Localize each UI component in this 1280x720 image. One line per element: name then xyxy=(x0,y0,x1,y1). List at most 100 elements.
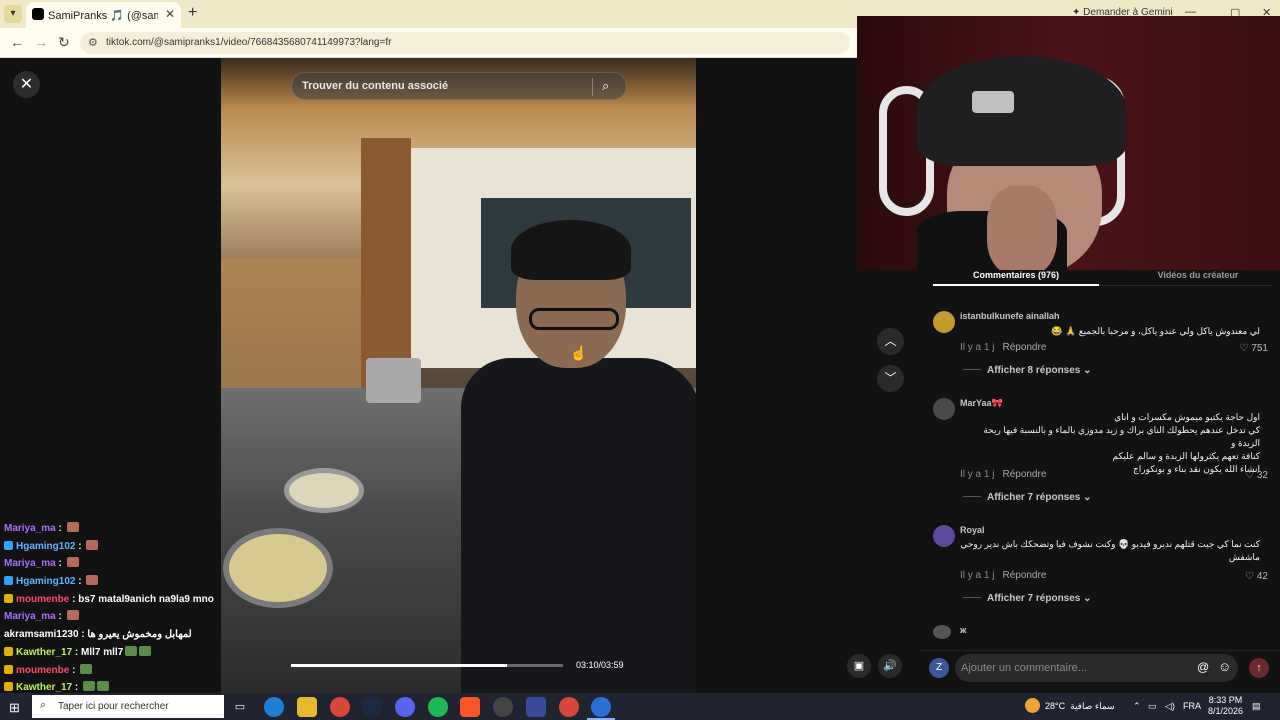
chat-username[interactable]: Mariya_ma xyxy=(4,558,56,569)
floating-player-button[interactable]: ▣ xyxy=(847,654,871,678)
spotify-icon[interactable] xyxy=(428,697,448,717)
comment-avatar[interactable] xyxy=(933,398,955,420)
weather-widget[interactable]: 28°C سماء صافية xyxy=(1045,701,1115,712)
tab-comments[interactable]: Commentaires (976) xyxy=(933,270,1099,286)
volume-button[interactable]: 🔊 xyxy=(878,654,902,678)
reply-button[interactable]: Répondre xyxy=(1002,469,1046,480)
new-tab-icon[interactable]: + xyxy=(188,4,197,22)
file-explorer-icon[interactable] xyxy=(297,697,317,717)
video-time: 03:10/03:59 xyxy=(576,660,624,670)
language-indicator[interactable]: FRA xyxy=(1183,701,1201,711)
reply-button[interactable]: Répondre xyxy=(1002,570,1046,581)
video-progress-bar[interactable] xyxy=(291,664,563,667)
reply-button[interactable]: Répondre xyxy=(1002,342,1046,353)
reload-icon[interactable]: ↻ xyxy=(58,34,70,51)
comment-username[interactable]: istanbulkunefe ainallah xyxy=(960,311,1060,321)
chat-badge-icon xyxy=(4,664,13,674)
discord-icon[interactable] xyxy=(395,697,415,717)
chat-username[interactable]: Kawther_17 xyxy=(16,682,72,693)
comment-time: Il y a 1 j xyxy=(960,342,995,353)
site-info-icon[interactable]: ⚙ xyxy=(88,36,98,49)
video-scene-cook xyxy=(421,220,696,693)
chat-separator: : xyxy=(55,558,65,570)
chat-username[interactable]: moumenbe xyxy=(16,665,69,676)
comment-username[interactable]: ж xyxy=(960,625,966,635)
weather-text: سماء صافية xyxy=(1070,701,1115,711)
chat-badge-icon xyxy=(4,593,13,603)
chrome-icon[interactable] xyxy=(559,697,579,717)
like-button[interactable]: ♡ 32 xyxy=(1245,470,1268,481)
chat-message: Mariya_ma : xyxy=(4,555,219,573)
volume-icon[interactable]: ◁) xyxy=(1165,701,1175,712)
taskbar-clock[interactable]: 8:33 PM 8/1/2026 xyxy=(1208,695,1243,717)
like-button[interactable]: ♡ 751 xyxy=(1240,343,1268,354)
chevron-down-icon: ﹀ xyxy=(884,371,897,385)
taskbar-search[interactable]: ⌕ Taper ici pour rechercher xyxy=(32,695,224,718)
mention-icon[interactable]: @ xyxy=(1197,660,1209,674)
chat-username[interactable]: Mariya_ma xyxy=(4,523,56,534)
send-comment-button[interactable]: ↑ xyxy=(1249,658,1269,678)
chat-username[interactable]: Mariya_ma xyxy=(4,611,56,622)
weather-icon[interactable] xyxy=(1025,698,1040,713)
chat-message: Kawther_17 : Mll7 mll7 xyxy=(4,644,219,662)
tab-close-icon[interactable]: ✕ xyxy=(165,7,175,21)
chat-username[interactable]: Hgaming102 xyxy=(16,576,75,587)
comments-panel: Commentaires (976) Vidéos du créateur is… xyxy=(918,270,1280,693)
comment-item: ж xyxy=(933,625,1273,643)
network-icon[interactable]: ▭ xyxy=(1148,701,1157,712)
user-avatar[interactable]: Z xyxy=(929,658,949,678)
notifications-icon[interactable]: ▤ xyxy=(1252,701,1261,712)
tray-chevron-icon[interactable]: ⌃ xyxy=(1133,701,1141,712)
show-replies-button[interactable]: Afficher 8 réponses ⌄ xyxy=(963,365,1092,376)
floating-player-icon: ▣ xyxy=(853,660,865,672)
comment-username[interactable]: MarYaa🎀 xyxy=(960,398,1003,409)
chat-message: moumenbe : bs7 matal9anich na9la9 mno xyxy=(4,591,219,609)
cap-logo xyxy=(972,91,1014,113)
tab-creator-videos[interactable]: Vidéos du créateur xyxy=(1123,270,1273,286)
chrome-icon[interactable] xyxy=(330,697,350,717)
related-content-search[interactable]: Trouver du contenu associé ⌕ xyxy=(291,72,627,100)
comment-username[interactable]: Royal xyxy=(960,525,985,535)
steam-icon[interactable] xyxy=(362,697,382,717)
chat-username[interactable]: Hgaming102 xyxy=(16,541,75,552)
app-icon[interactable] xyxy=(526,697,546,717)
next-video-button[interactable]: ﹀ xyxy=(877,365,904,392)
comments-tabs: Commentaires (976) Vidéos du créateur xyxy=(933,270,1273,286)
emoji-icon[interactable]: ☺ xyxy=(1218,659,1231,674)
close-video-button[interactable]: ✕ xyxy=(13,71,40,98)
comment-avatar[interactable] xyxy=(933,311,955,333)
video-player[interactable]: Trouver du contenu associé ⌕ ☝ 03:10/03:… xyxy=(221,58,696,693)
search-icon[interactable]: ⌕ xyxy=(602,78,609,94)
chrome-icon[interactable] xyxy=(591,697,611,717)
browser-tab[interactable]: SamiPranks 🎵 (@samipranks1) ... ✕ xyxy=(26,2,181,28)
url-field[interactable]: ⚙ tiktok.com/@samipranks1/video/76684356… xyxy=(80,32,850,54)
like-button[interactable]: ♡ 42 xyxy=(1245,571,1268,582)
obs-icon[interactable] xyxy=(493,697,513,717)
task-view-icon[interactable]: ▭ xyxy=(230,697,250,717)
comment-meta: Il y a 1 j Répondre xyxy=(960,570,1046,581)
comment-input[interactable]: Ajouter un commentaire... xyxy=(955,654,1238,682)
chat-emote-icon xyxy=(66,522,79,532)
chat-emote-icon xyxy=(66,610,79,621)
back-icon[interactable]: ← xyxy=(10,34,24,50)
edge-icon[interactable] xyxy=(264,697,284,717)
cook-body xyxy=(461,358,696,693)
forward-icon[interactable]: → xyxy=(34,34,48,50)
clock-date: 8/1/2026 xyxy=(1208,706,1244,716)
heart-icon: ♡ xyxy=(1239,343,1249,354)
chat-username[interactable]: Kawther_17 xyxy=(16,647,72,658)
brave-icon[interactable] xyxy=(460,697,480,717)
chat-username[interactable]: akramsami1230 xyxy=(4,629,79,640)
chat-username[interactable]: moumenbe xyxy=(16,594,69,605)
previous-video-button[interactable]: ︿ xyxy=(877,328,904,355)
chevron-up-icon: ︿ xyxy=(884,334,897,348)
show-replies-button[interactable]: Afficher 7 réponses ⌄ xyxy=(963,593,1092,604)
tab-search-dropdown-icon[interactable]: ▾ xyxy=(4,5,22,23)
windows-logo-icon[interactable]: ⊞ xyxy=(9,700,20,716)
show-replies-button[interactable]: Afficher 7 réponses ⌄ xyxy=(963,492,1092,503)
comment-meta: Il y a 1 j Répondre xyxy=(960,342,1046,353)
comment-avatar[interactable] xyxy=(933,625,951,639)
chat-emote-icon xyxy=(66,557,79,568)
chat-badge-icon xyxy=(4,682,13,692)
comment-avatar[interactable] xyxy=(933,525,955,547)
